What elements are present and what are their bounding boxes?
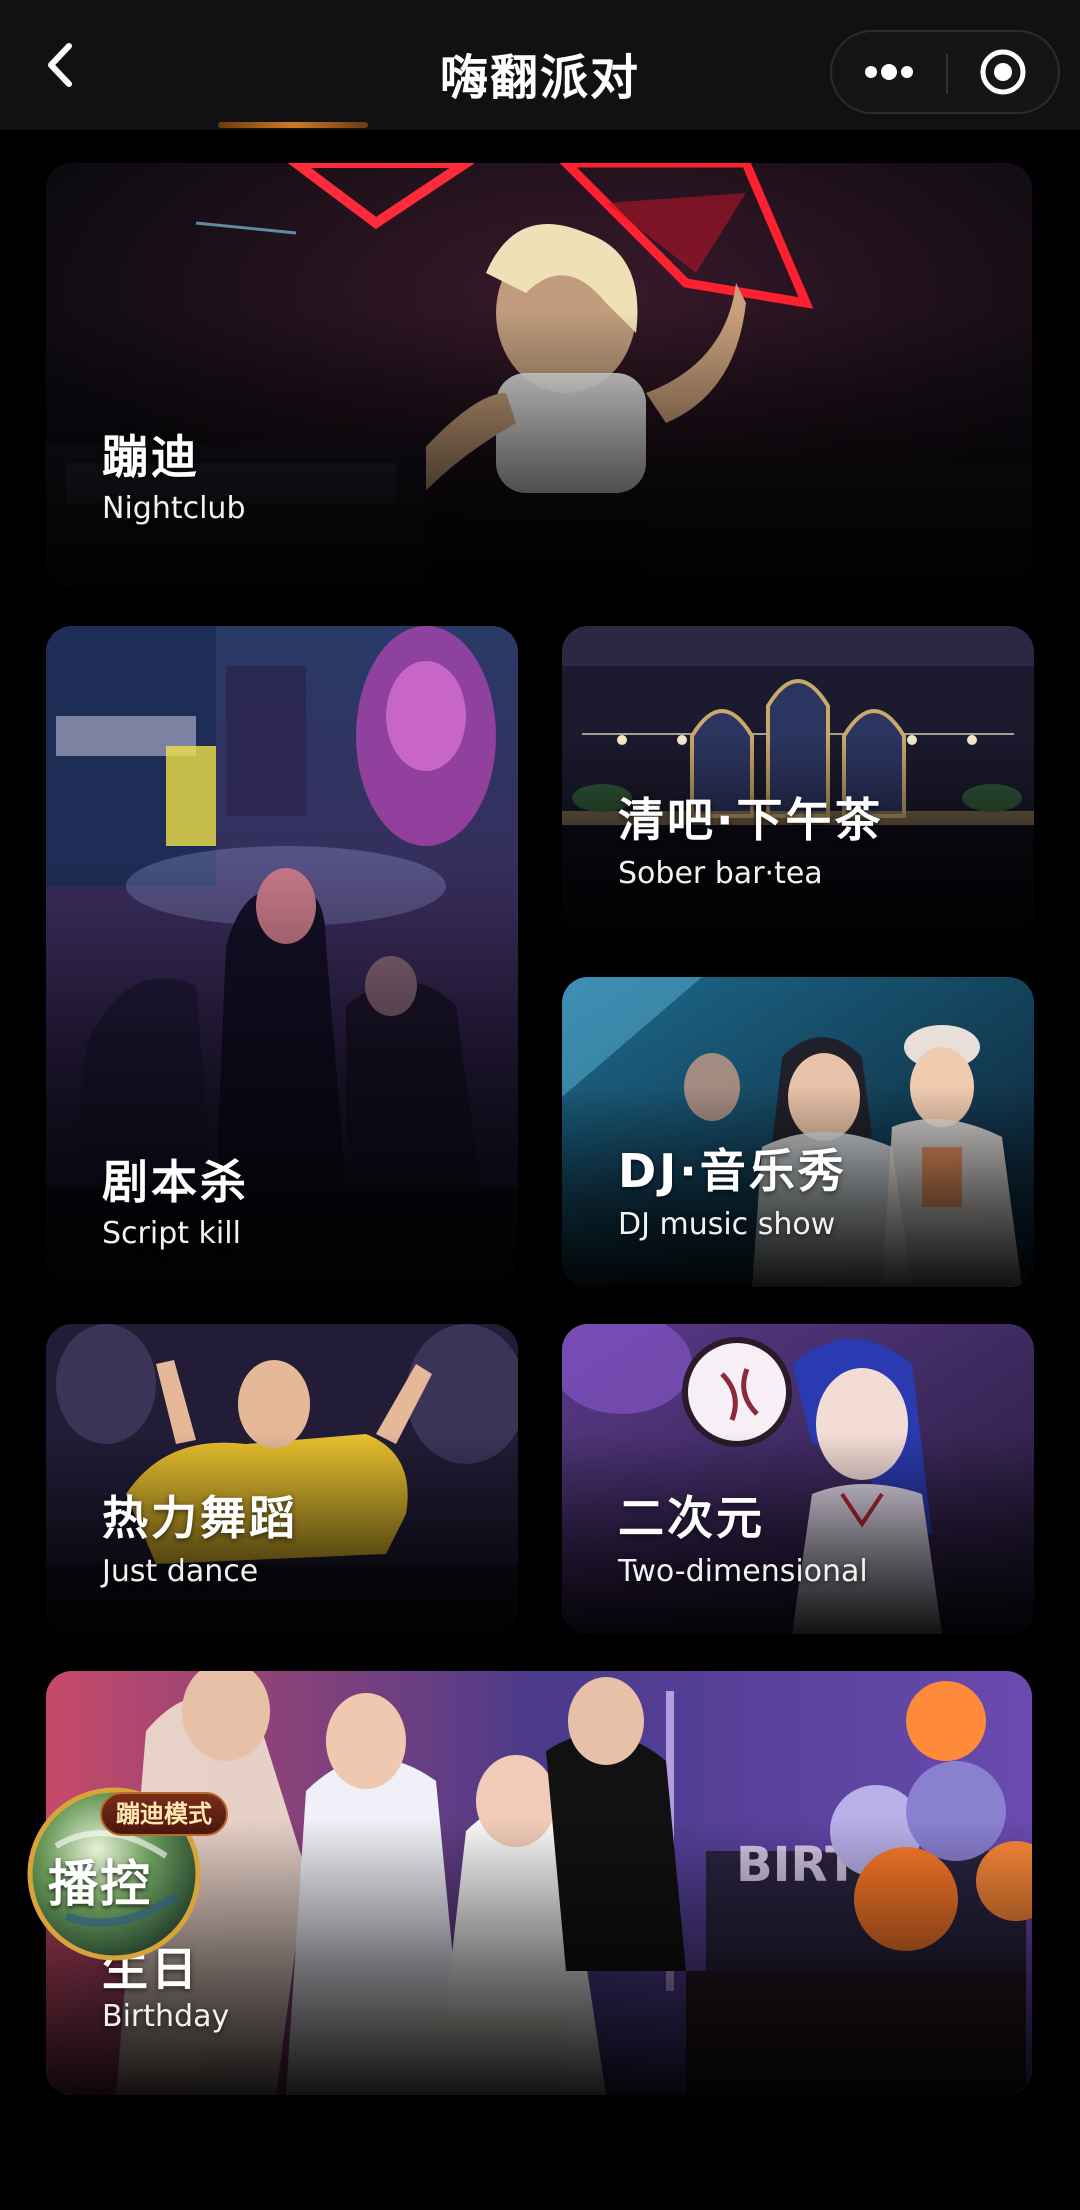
mode-badge: 蹦迪模式 [100,1792,228,1836]
card-title: 热力舞蹈 [102,1491,298,1545]
target-circle-icon [980,49,1026,95]
card-title: 二次元 [618,1491,765,1545]
card-subtitle: Birthday [102,1999,230,2034]
card-title: 清吧·下午茶 [618,793,884,847]
playback-label: 播控 [48,1855,152,1913]
card-subtitle: Just dance [102,1554,259,1589]
mini-program-capsule [830,30,1060,114]
card-title: 蹦迪 [102,430,200,484]
card-subtitle: Sober bar·tea [618,856,823,891]
card-title: DJ·音乐秀 [618,1144,847,1198]
category-card-dj-music-show[interactable]: DJ·音乐秀 DJ music show [562,977,1034,1287]
navigation-bar: 嗨翻派对 [0,0,1080,130]
category-card-nightclub[interactable]: 蹦迪 Nightclub [46,163,1032,587]
floating-playback-control[interactable]: 蹦迪模式 播控 [26,1786,228,1962]
card-subtitle: Two-dimensional [618,1554,868,1589]
more-dots-icon [865,64,913,80]
category-card-two-dimensional[interactable]: 二次元 Two-dimensional [562,1324,1034,1634]
card-subtitle: Script kill [102,1216,241,1251]
category-card-script-kill[interactable]: 剧本杀 Script kill [46,626,518,1282]
category-card-sober-bar[interactable]: 清吧·下午茶 Sober bar·tea [562,626,1034,936]
tab-indicator [218,122,368,128]
more-button[interactable] [832,32,946,112]
card-subtitle: DJ music show [618,1207,836,1242]
card-title: 剧本杀 [102,1155,249,1209]
card-subtitle: Nightclub [102,491,246,526]
close-button[interactable] [948,32,1058,112]
category-card-just-dance[interactable]: 热力舞蹈 Just dance [46,1324,518,1634]
